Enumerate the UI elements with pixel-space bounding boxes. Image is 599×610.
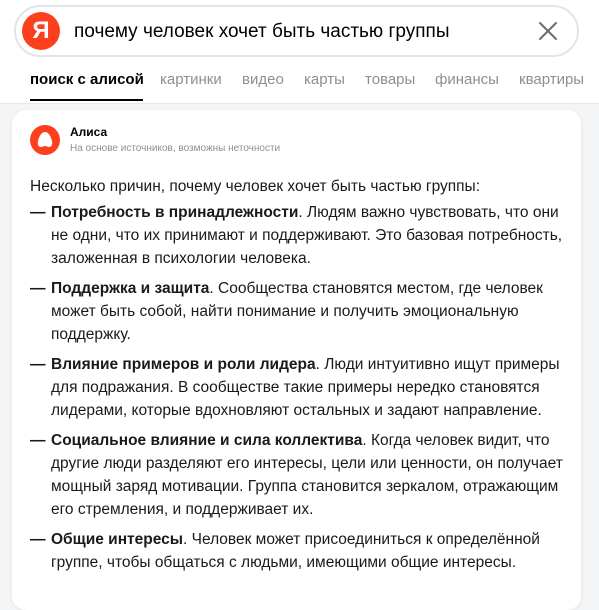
list-item: — Поддержка и защита. Сообщества становят… xyxy=(30,277,570,346)
search-tabs: поиск с алисой картинки видео карты това… xyxy=(0,62,599,102)
tab-apartments[interactable]: квартиры xyxy=(519,70,584,90)
tab-alice-search[interactable]: поиск с алисой xyxy=(30,70,144,90)
answer-reasons-list: — Потребность в принадлежности. Людям важ… xyxy=(30,201,570,581)
yandex-logo-icon[interactable]: Я xyxy=(22,12,60,50)
tabs-divider xyxy=(0,103,599,104)
list-item: — Потребность в принадлежности. Людям важ… xyxy=(30,201,570,270)
list-dash: — xyxy=(30,531,46,548)
alice-logo-icon xyxy=(30,125,60,155)
answer-disclaimer: На основе источников, возможны неточност… xyxy=(70,143,281,154)
close-icon[interactable] xyxy=(534,17,562,45)
list-item: — Общие интересы. Человек может присоедин… xyxy=(30,528,570,574)
tab-goods[interactable]: товары xyxy=(365,70,415,90)
reason-title: Влияние примеров и роли лидера xyxy=(51,356,316,373)
reason-title: Общие интересы xyxy=(51,531,184,548)
list-dash: — xyxy=(30,356,46,373)
search-input[interactable]: почему человек хочет быть частью группы xyxy=(74,20,514,44)
list-dash: — xyxy=(30,204,46,221)
active-tab-indicator xyxy=(30,99,143,101)
tab-images[interactable]: картинки xyxy=(160,70,222,90)
search-header: Я почему человек хочет быть частью групп… xyxy=(0,0,599,104)
list-dash: — xyxy=(30,280,46,297)
reason-title: Потребность в принадлежности xyxy=(51,204,299,221)
list-item: — Влияние примеров и роли лидера. Люди ин… xyxy=(30,353,570,422)
tab-maps[interactable]: карты xyxy=(304,70,345,90)
alice-answer-card: Алиса На основе источников, возможны нет… xyxy=(12,110,581,610)
reason-title: Поддержка и защита xyxy=(51,280,210,297)
tab-finance[interactable]: финансы xyxy=(435,70,499,90)
tab-video[interactable]: видео xyxy=(242,70,284,90)
reason-title: Социальное влияние и сила коллектива xyxy=(51,432,363,449)
answer-source-name: Алиса xyxy=(70,125,108,139)
list-item: — Социальное влияние и сила коллектива. К… xyxy=(30,429,570,521)
search-bar[interactable]: Я почему человек хочет быть частью групп… xyxy=(14,5,579,57)
answer-intro: Несколько причин, почему человек хочет б… xyxy=(30,178,480,195)
list-dash: — xyxy=(30,432,46,449)
